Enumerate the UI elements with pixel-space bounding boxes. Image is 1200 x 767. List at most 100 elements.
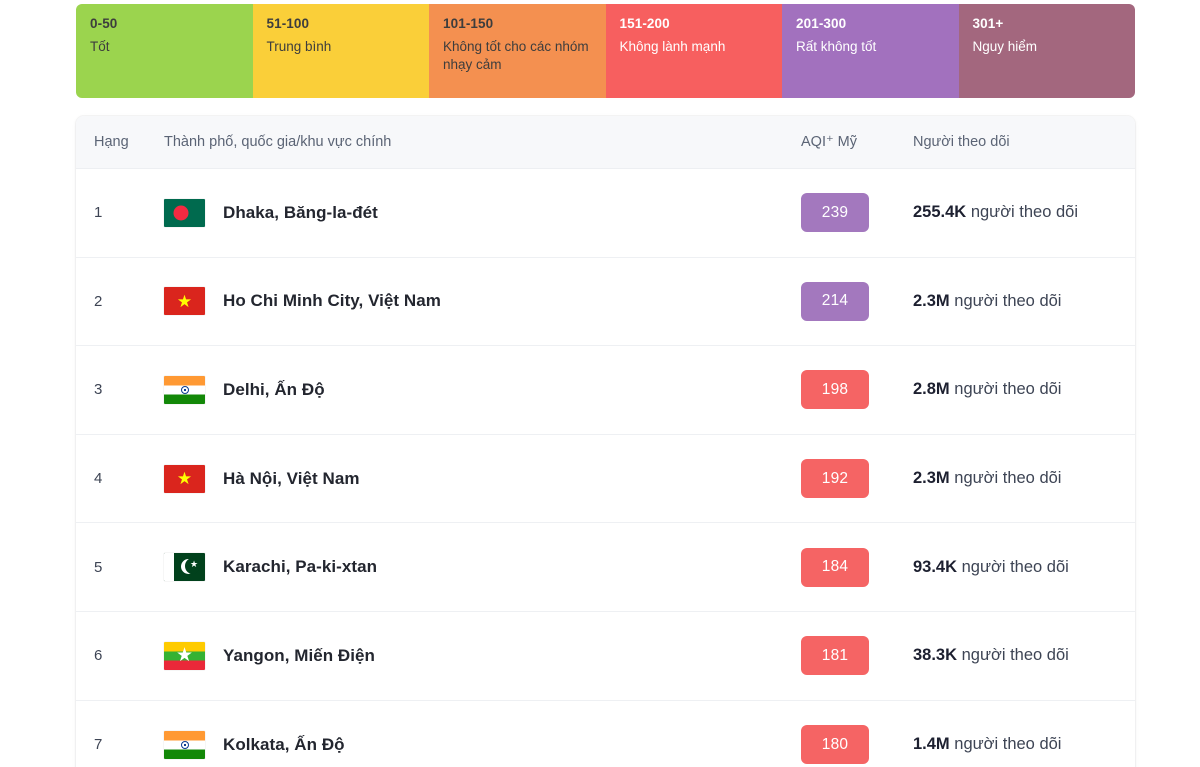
legend-segment: 201-300 Rất không tốt <box>782 4 959 98</box>
table-body: 1 Dhaka, Băng-la-đét 239 255.4K người theo … <box>76 169 1135 767</box>
followers-suffix-label: người theo dõi <box>954 380 1062 399</box>
legend-category-label: Không lành mạnh <box>619 39 726 54</box>
legend-segment: 0-50 Tốt <box>76 4 253 98</box>
column-header-rank: Hạng <box>94 134 129 150</box>
followers-suffix-label: người theo dõi <box>961 557 1069 576</box>
aqi-badge: 184 <box>801 547 869 587</box>
legend-range-label: 151-200 <box>619 16 670 31</box>
table-row[interactable]: 2 ★ Ho Chi Minh City, Việt Nam 214 2.3M ngườ… <box>76 257 1135 347</box>
column-header-followers: Người theo dõi <box>913 134 1010 150</box>
legend-range-label: 301+ <box>972 16 1004 31</box>
cell-followers: 2.3M người theo dõi <box>913 469 1135 488</box>
table-row[interactable]: 6 ★ Yangon, Miến Điện 181 38.3K người theo d… <box>76 611 1135 701</box>
vietnam-flag-icon: ★ <box>164 287 205 316</box>
star-icon: ★ <box>175 645 194 667</box>
cell-followers: 2.8M người theo dõi <box>913 380 1135 399</box>
followers-count: 2.3M <box>913 469 950 488</box>
column-header-city: Thành phố, quốc gia/khu vực chính <box>164 134 392 150</box>
followers-count: 255.4K <box>913 203 967 222</box>
cell-aqi: 192 <box>801 459 913 499</box>
followers-count: 1.4M <box>913 735 950 754</box>
followers-suffix-label: người theo dõi <box>970 203 1078 222</box>
cell-rank: 4 <box>94 470 103 488</box>
city-name-label: Yangon, Miến Điện <box>223 645 375 665</box>
followers-count: 38.3K <box>913 646 958 665</box>
legend-range-label: 201-300 <box>796 16 847 31</box>
cell-city[interactable]: ★ Ho Chi Minh City, Việt Nam <box>164 287 801 316</box>
bangladesh-flag-icon <box>164 198 205 227</box>
table-row[interactable]: 4 ★ Hà Nội, Việt Nam 192 2.3M người theo dõi <box>76 434 1135 524</box>
aqi-badge: 214 <box>801 281 869 321</box>
cell-followers: 38.3K người theo dõi <box>913 646 1135 665</box>
cell-city[interactable]: ★ Karachi, Pa-ki-xtan <box>164 553 801 582</box>
cell-followers: 1.4M người theo dõi <box>913 735 1135 754</box>
legend-range-label: 101-150 <box>443 16 494 31</box>
cell-aqi: 239 <box>801 193 913 233</box>
cell-city[interactable]: ★ Yangon, Miến Điện <box>164 641 801 670</box>
star-icon: ★ <box>190 559 199 570</box>
table-row[interactable]: 7 Kolkata, Ấn Độ 180 1.4M người theo dõi <box>76 700 1135 767</box>
legend-segment: 301+ Nguy hiểm <box>958 4 1135 98</box>
city-name-label: Ho Chi Minh City, Việt Nam <box>223 291 441 311</box>
legend-category-label: Không tốt cho các nhóm nhạy cảm <box>443 39 589 72</box>
cell-city[interactable]: Kolkata, Ấn Độ <box>164 730 801 759</box>
city-ranking-table: Hạng Thành phố, quốc gia/khu vực chính A… <box>76 116 1135 767</box>
cell-rank: 5 <box>94 558 103 576</box>
legend-segment: 101-150 Không tốt cho các nhóm nhạy cảm <box>429 4 606 98</box>
cell-city[interactable]: Delhi, Ấn Độ <box>164 375 801 404</box>
city-name-label: Hà Nội, Việt Nam <box>223 468 360 488</box>
followers-count: 93.4K <box>913 557 958 576</box>
cell-rank: 3 <box>94 381 103 399</box>
cell-rank: 2 <box>94 292 103 310</box>
pakistan-flag-icon: ★ <box>164 553 205 582</box>
legend-category-label: Rất không tốt <box>796 39 877 54</box>
table-row[interactable]: 1 Dhaka, Băng-la-đét 239 255.4K người theo … <box>76 169 1135 258</box>
cell-aqi: 198 <box>801 370 913 410</box>
star-icon: ★ <box>176 291 193 311</box>
cell-rank: 7 <box>94 736 103 754</box>
legend-segment: 151-200 Không lành mạnh <box>605 4 782 98</box>
followers-count: 2.3M <box>913 291 950 310</box>
table-row[interactable]: 5 ★ Karachi, Pa-ki-xtan 184 93.4K người theo… <box>76 523 1135 612</box>
india-flag-icon <box>164 375 205 404</box>
followers-suffix-label: người theo dõi <box>961 646 1069 665</box>
table-row[interactable]: 3 Delhi, Ấn Độ 198 2.8M người theo dõi <box>76 346 1135 435</box>
legend-range-label: 51-100 <box>266 16 310 31</box>
aqi-legend-bar: 0-50 Tốt 51-100 Trung bình 101-150 Không tốt … <box>76 4 1135 98</box>
city-name-label: Delhi, Ấn Độ <box>223 379 325 399</box>
vietnam-flag-icon: ★ <box>164 464 205 493</box>
legend-category-label: Tốt <box>90 39 110 54</box>
city-name-label: Kolkata, Ấn Độ <box>223 734 345 754</box>
city-name-label: Karachi, Pa-ki-xtan <box>223 557 378 577</box>
aqi-badge: 239 <box>801 193 869 233</box>
cell-followers: 255.4K người theo dõi <box>913 203 1135 222</box>
cell-aqi: 184 <box>801 547 913 587</box>
aqi-ranking-page: 0-50 Tốt 51-100 Trung bình 101-150 Không tốt … <box>0 0 1200 767</box>
cell-followers: 2.3M người theo dõi <box>913 292 1135 311</box>
table-header-row: Hạng Thành phố, quốc gia/khu vực chính A… <box>76 116 1135 169</box>
legend-category-label: Nguy hiểm <box>972 39 1038 54</box>
cell-aqi: 180 <box>801 725 913 765</box>
legend-segment: 51-100 Trung bình <box>252 4 429 98</box>
cell-rank: 1 <box>94 204 103 222</box>
column-header-aqi: AQI⁺ Mỹ <box>801 134 857 150</box>
legend-range-label: 0-50 <box>90 16 118 31</box>
aqi-badge: 198 <box>801 370 869 410</box>
aqi-badge: 180 <box>801 725 869 765</box>
followers-count: 2.8M <box>913 380 950 399</box>
legend-category-label: Trung bình <box>266 39 332 54</box>
cell-aqi: 214 <box>801 281 913 321</box>
aqi-badge: 181 <box>801 636 869 676</box>
cell-city[interactable]: Dhaka, Băng-la-đét <box>164 198 801 227</box>
cell-aqi: 181 <box>801 636 913 676</box>
star-icon: ★ <box>176 469 193 489</box>
followers-suffix-label: người theo dõi <box>954 735 1062 754</box>
myanmar-flag-icon: ★ <box>164 641 205 670</box>
cell-city[interactable]: ★ Hà Nội, Việt Nam <box>164 464 801 493</box>
followers-suffix-label: người theo dõi <box>954 469 1062 488</box>
aqi-badge: 192 <box>801 459 869 499</box>
cell-rank: 6 <box>94 647 103 665</box>
india-flag-icon <box>164 730 205 759</box>
cell-followers: 93.4K người theo dõi <box>913 558 1135 577</box>
city-name-label: Dhaka, Băng-la-đét <box>223 202 378 222</box>
